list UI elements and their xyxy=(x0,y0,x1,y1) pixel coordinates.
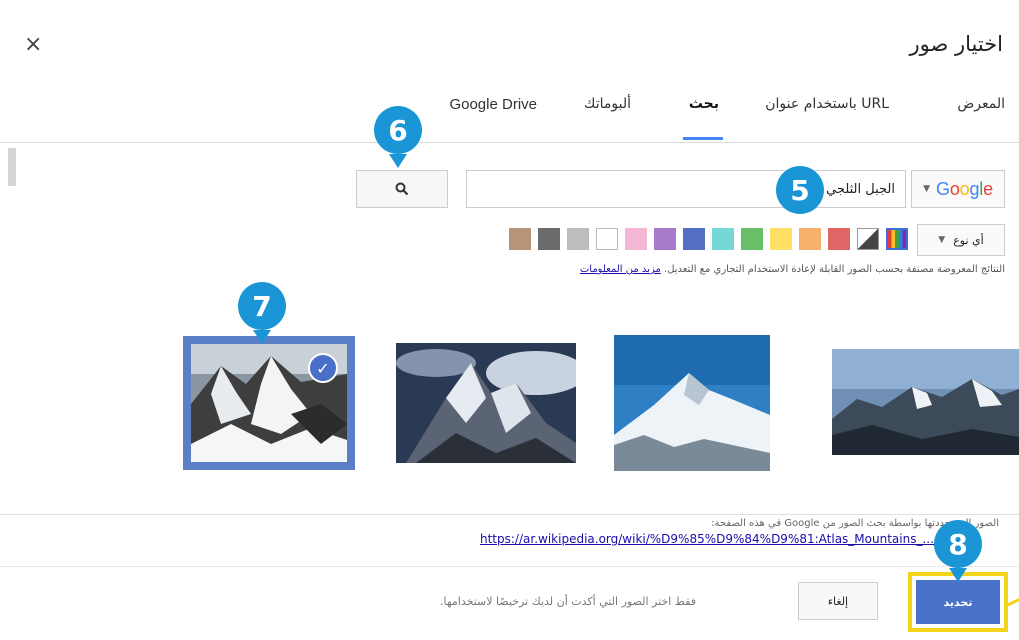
swatch-green[interactable] xyxy=(741,228,763,250)
search-input[interactable]: الجبل الثلجي xyxy=(466,170,906,208)
image-picker-dialog: × اختيار صور المعرض باستخدام عنوان URL ب… xyxy=(0,0,1019,640)
swatch-black-and-white[interactable] xyxy=(857,228,879,250)
swatch-white[interactable] xyxy=(596,228,618,250)
tab-albums[interactable]: ألبوماتك xyxy=(584,96,631,112)
callout-5: 5 xyxy=(776,166,824,214)
tabs-divider xyxy=(0,142,1019,143)
swatch-gray[interactable] xyxy=(567,228,589,250)
result-image-3[interactable] xyxy=(614,335,770,471)
selected-check-icon: ✓ xyxy=(308,353,338,383)
search-engine-select[interactable]: ▼ Google xyxy=(911,170,1005,208)
swatch-full-color[interactable] xyxy=(886,228,908,250)
swatch-teal[interactable] xyxy=(712,228,734,250)
tab-gallery[interactable]: المعرض xyxy=(957,96,1005,112)
swatch-pink[interactable] xyxy=(625,228,647,250)
swatch-purple[interactable] xyxy=(654,228,676,250)
source-url-link[interactable]: https://ar.wikipedia.org/wiki/%D9%85%D9%… xyxy=(480,532,973,546)
tab-by-url[interactable]: باستخدام عنوان URL xyxy=(765,96,889,112)
tab-google-drive[interactable]: Google Drive xyxy=(449,96,537,113)
swatch-yellow[interactable] xyxy=(770,228,792,250)
swatch-red[interactable] xyxy=(828,228,850,250)
callout-6: 6 xyxy=(374,106,422,168)
mountain-photo-3 xyxy=(614,335,770,471)
type-filter-select[interactable]: أي نوع ▼ xyxy=(917,224,1005,256)
scrollbar-thumb[interactable] xyxy=(8,148,16,186)
tab-search[interactable]: بحث xyxy=(689,96,719,112)
cancel-button[interactable]: إلغاء xyxy=(798,582,878,620)
mountain-photo-4 xyxy=(832,349,1019,455)
swatch-black[interactable] xyxy=(538,228,560,250)
type-filter-label: أي نوع xyxy=(953,233,984,247)
select-button[interactable]: تحديد xyxy=(916,580,1000,624)
search-query: الجبل الثلجي xyxy=(826,181,895,197)
dialog-title: اختيار صور xyxy=(909,32,1003,56)
more-info-link[interactable]: مزيد من المعلومات xyxy=(580,264,661,275)
active-tab-indicator xyxy=(683,137,723,140)
mountain-photo-2 xyxy=(396,343,576,463)
license-text: النتائج المعروضة مصنفة بحسب الصور القابل… xyxy=(664,264,1005,275)
footer-divider xyxy=(0,566,1019,567)
google-logo: Google xyxy=(936,178,993,199)
swatch-brown[interactable] xyxy=(509,228,531,250)
result-image-2[interactable] xyxy=(396,343,576,463)
chevron-down-icon: ▼ xyxy=(938,235,946,245)
license-note: النتائج المعروضة مصنفة بحسب الصور القابل… xyxy=(580,264,1005,275)
callout-7: 7 xyxy=(238,282,286,344)
swatch-blue[interactable] xyxy=(683,228,705,250)
close-icon[interactable]: × xyxy=(24,32,42,57)
search-button[interactable] xyxy=(356,170,448,208)
chevron-down-icon: ▼ xyxy=(923,184,931,194)
search-icon xyxy=(395,182,409,196)
footer-note: فقط اختر الصور التي أكدت أن لديك ترخيصًا… xyxy=(440,595,697,608)
result-image-4[interactable] xyxy=(832,349,1019,455)
swatch-orange[interactable] xyxy=(799,228,821,250)
callout-8: 8 xyxy=(934,520,982,582)
section-divider xyxy=(0,514,1019,515)
